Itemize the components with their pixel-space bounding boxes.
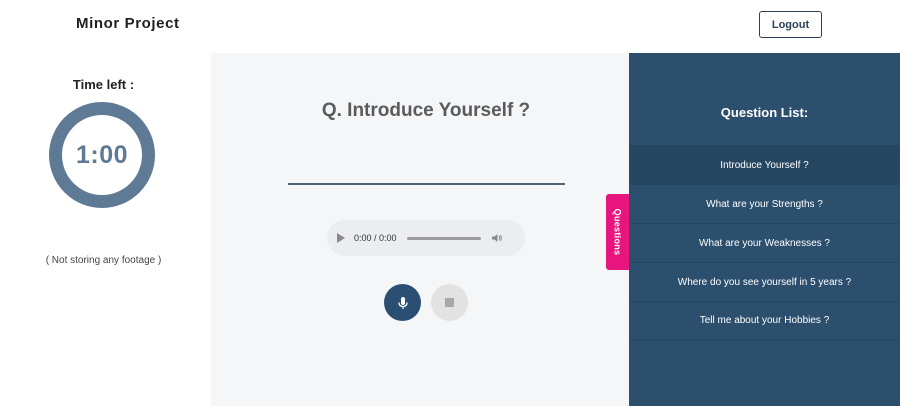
- microphone-icon: [397, 296, 408, 309]
- timer-panel: Time left : 1:00 ( Not storing any foota…: [0, 53, 211, 406]
- audio-time: 0:00 / 0:00: [354, 233, 397, 243]
- answer-divider: [288, 183, 565, 185]
- brand-title: Minor Project: [76, 15, 180, 32]
- current-question: Q. Introduce Yourself ?: [321, 100, 531, 121]
- logout-button[interactable]: Logout: [759, 11, 822, 38]
- audio-player[interactable]: 0:00 / 0:00: [327, 220, 525, 256]
- footage-note: ( Not storing any footage ): [45, 255, 162, 266]
- stop-icon: [445, 298, 454, 307]
- question-list: Introduce Yourself ? What are your Stren…: [629, 145, 900, 340]
- stop-button[interactable]: [431, 284, 468, 321]
- timer-value: 1:00: [75, 140, 129, 169]
- header: Minor Project Logout: [0, 0, 900, 53]
- time-left-label: Time left :: [72, 77, 135, 92]
- question-item-label: What are your Weaknesses ?: [699, 237, 830, 249]
- question-item-label: Tell me about your Hobbies ?: [699, 315, 830, 326]
- audio-progress-bar[interactable]: [406, 236, 481, 240]
- question-item-introduce[interactable]: Introduce Yourself ?: [629, 145, 900, 184]
- question-item-label: Introduce Yourself ?: [720, 159, 809, 171]
- question-list-title: Question List:: [720, 105, 809, 120]
- question-item-weaknesses[interactable]: What are your Weaknesses ?: [629, 223, 900, 262]
- question-item-hobbies[interactable]: Tell me about your Hobbies ?: [629, 301, 900, 340]
- question-item-label: What are your Strengths ?: [706, 198, 823, 210]
- question-item-five-years[interactable]: Where do you see yourself in 5 years ?: [629, 262, 900, 301]
- questions-tab[interactable]: Questions: [606, 194, 629, 270]
- timer-ring: 1:00: [49, 102, 155, 208]
- question-item-strengths[interactable]: What are your Strengths ?: [629, 184, 900, 223]
- record-button[interactable]: [384, 284, 421, 321]
- play-icon[interactable]: [337, 233, 345, 243]
- question-area: Q. Introduce Yourself ? 0:00 / 0:00: [211, 53, 629, 406]
- questions-tab-label: Questions: [612, 208, 623, 256]
- question-list-panel: Question List: Introduce Yourself ? What…: [629, 53, 900, 406]
- question-item-label: Where do you see yourself in 5 years ?: [677, 276, 852, 288]
- volume-icon[interactable]: [491, 232, 503, 244]
